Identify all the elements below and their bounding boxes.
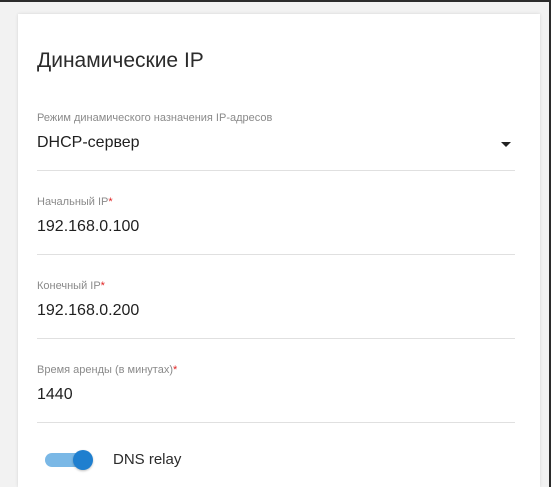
dhcp-mode-label: Режим динамического назначения IP-адресо… (37, 112, 273, 124)
lease-time-field[interactable]: Время аренды (в минутах)* 1440 (37, 364, 515, 423)
window-border-top (0, 0, 551, 2)
end-ip-label: Конечный IP* (37, 280, 105, 292)
lease-time-input[interactable]: 1440 (37, 386, 73, 404)
required-marker: * (173, 364, 178, 376)
start-ip-label: Начальный IP* (37, 196, 113, 208)
end-ip-input[interactable]: 192.168.0.200 (37, 302, 139, 320)
start-ip-field[interactable]: Начальный IP* 192.168.0.100 (37, 196, 515, 255)
dns-relay-label: DNS relay (113, 451, 182, 468)
end-ip-field[interactable]: Конечный IP* 192.168.0.200 (37, 280, 515, 339)
dhcp-mode-value[interactable]: DHCP-сервер (37, 134, 140, 152)
chevron-down-icon[interactable] (501, 142, 511, 147)
toggle-knob[interactable] (73, 450, 93, 470)
dhcp-mode-select[interactable]: Режим динамического назначения IP-адресо… (37, 112, 515, 171)
dns-relay-toggle[interactable] (45, 450, 93, 470)
required-marker: * (108, 196, 113, 208)
start-ip-input[interactable]: 192.168.0.100 (37, 218, 139, 236)
lease-time-label: Время аренды (в минутах)* (37, 364, 178, 376)
required-marker: * (100, 280, 105, 292)
section-title: Динамические IP (37, 49, 204, 72)
